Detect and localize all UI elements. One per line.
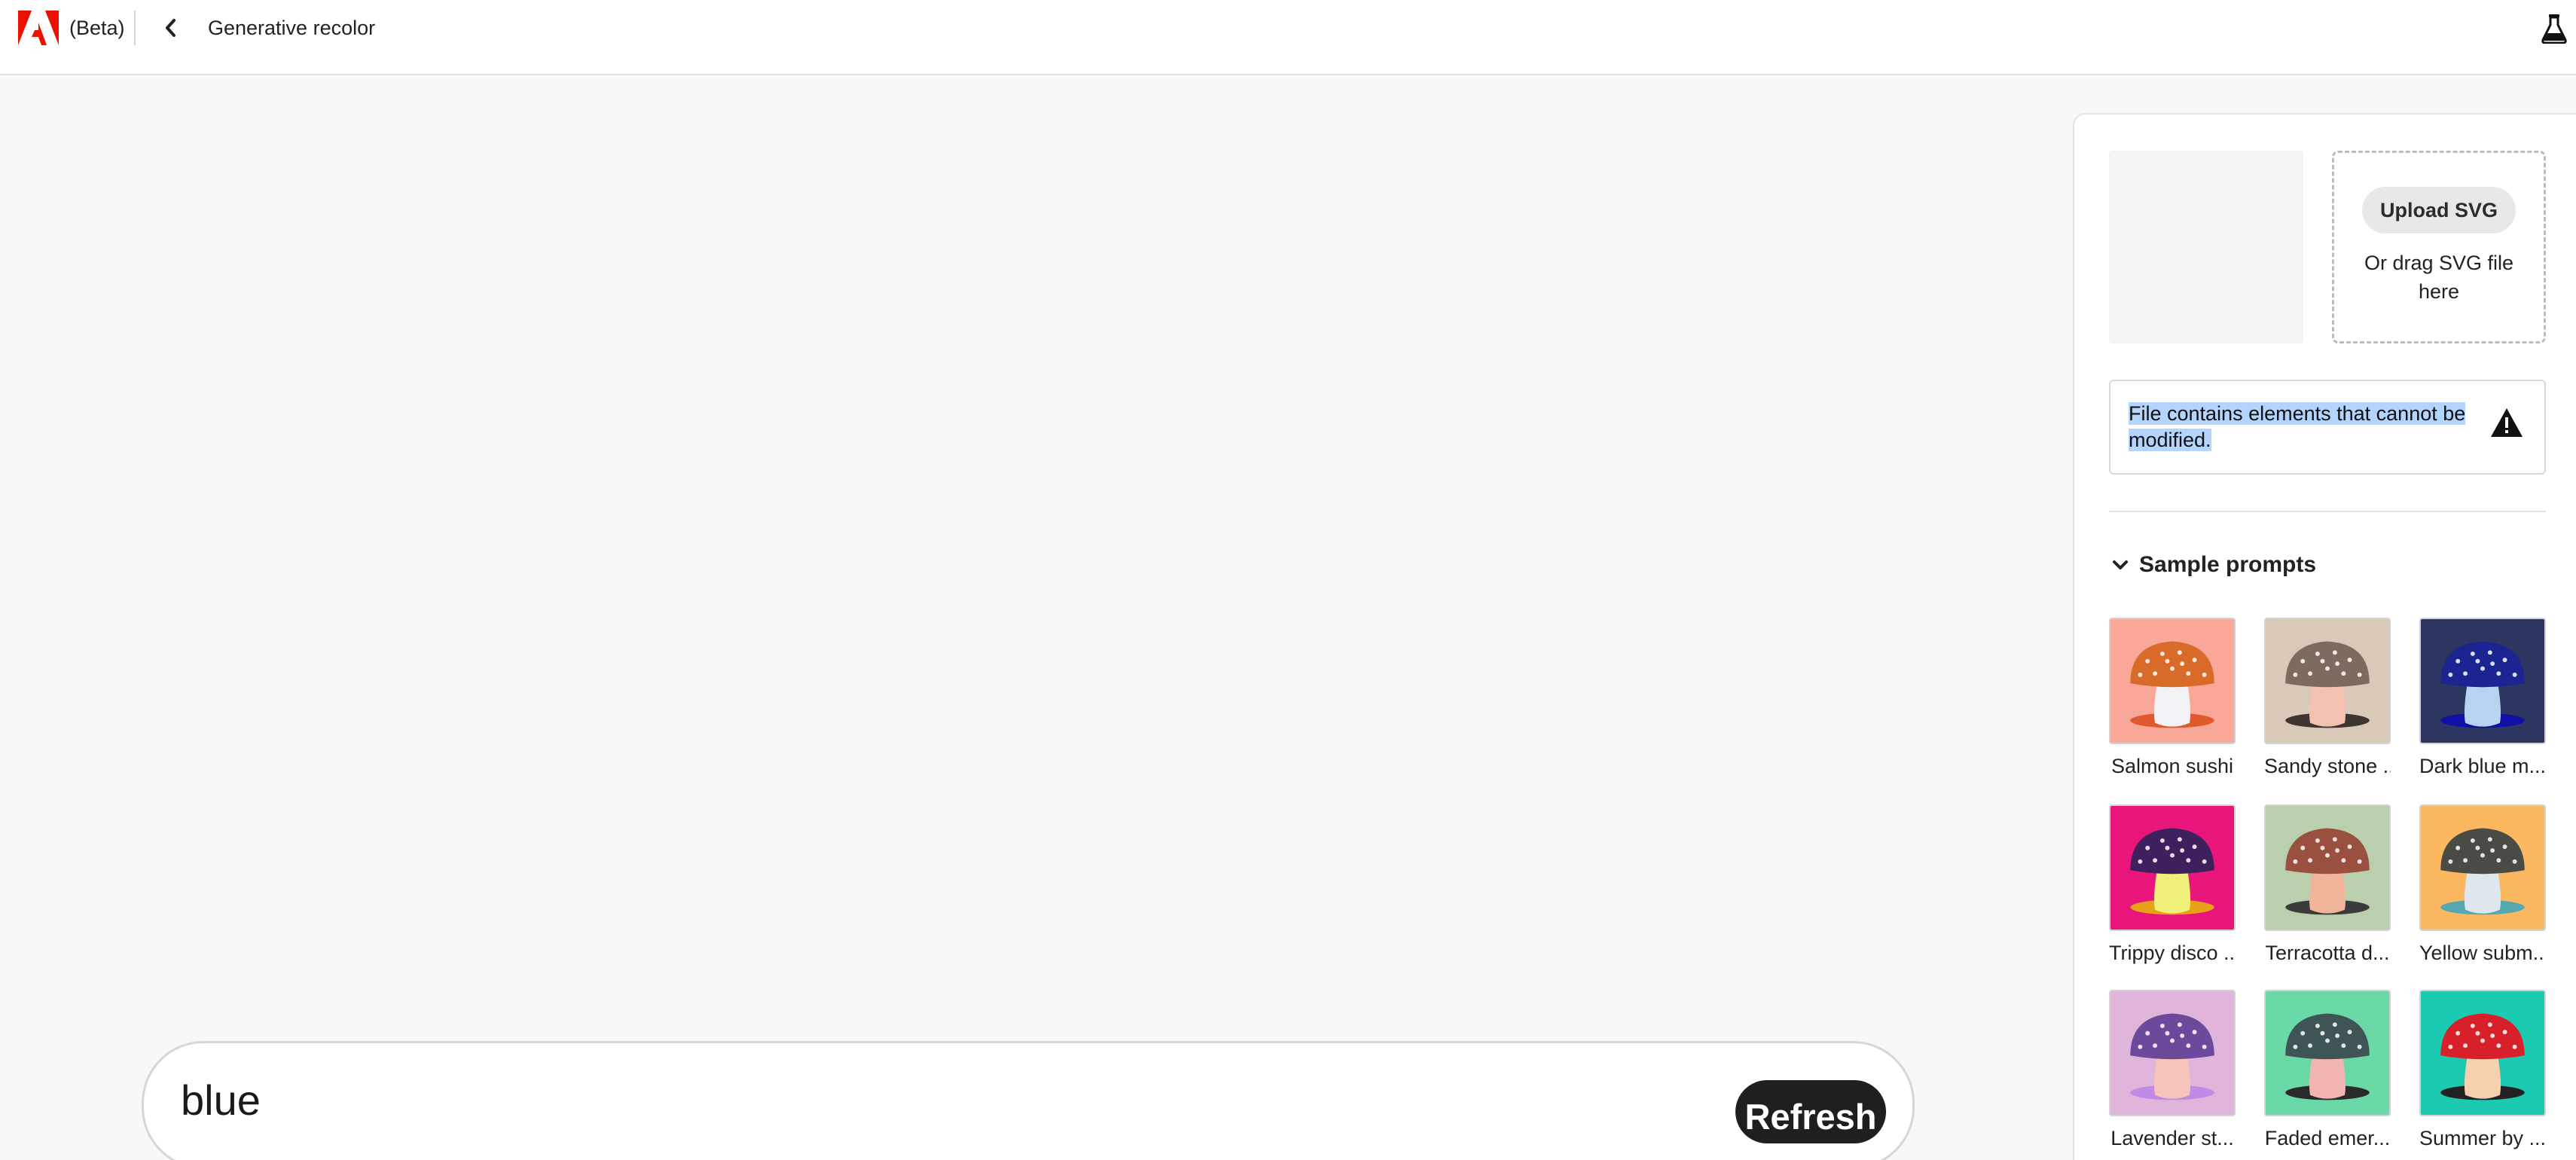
- sample-thumbnail[interactable]: [2264, 804, 2391, 931]
- panel-divider: [2109, 511, 2546, 512]
- mushroom-illustration: [2130, 641, 2214, 728]
- sample-tile[interactable]: Yellow subm...: [2419, 804, 2546, 965]
- sample-label: Summer by ...: [2419, 1127, 2546, 1149]
- sample-tile[interactable]: Summer by ...: [2419, 990, 2546, 1150]
- sample-thumbnail[interactable]: [2109, 804, 2236, 931]
- svg-dropzone[interactable]: [2332, 151, 2546, 343]
- section-title: Sample prompts: [2139, 552, 2317, 577]
- sample-tile[interactable]: Terracotta d...: [2264, 804, 2391, 965]
- sample-tile[interactable]: Dark blue m...: [2419, 618, 2546, 778]
- sample-label: Sandy stone ...: [2264, 755, 2391, 777]
- mushroom-illustration: [2285, 1013, 2370, 1100]
- mushroom-illustration: [2130, 1013, 2214, 1100]
- mushroom-illustration: [2440, 641, 2525, 728]
- mushroom-illustration: [2440, 828, 2525, 915]
- sample-tile[interactable]: Salmon sushi: [2109, 618, 2236, 778]
- drag-hint: Or drag SVG file here: [2364, 252, 2514, 303]
- prompt-input[interactable]: blue: [181, 1076, 261, 1125]
- chevron-down-icon: [2109, 554, 2132, 576]
- sample-tile[interactable]: Faded emer...: [2264, 990, 2391, 1150]
- mushroom-illustration: [2130, 828, 2214, 915]
- refresh-button[interactable]: Refresh: [1735, 1080, 1886, 1143]
- sample-label: Faded emer...: [2264, 1127, 2391, 1149]
- sample-thumbnail[interactable]: [2419, 804, 2546, 931]
- sample-tile[interactable]: Sandy stone ...: [2264, 618, 2391, 778]
- sample-label: Trippy disco ...: [2109, 942, 2236, 964]
- sample-label: Dark blue m...: [2419, 755, 2546, 777]
- sample-tile[interactable]: Trippy disco ...: [2109, 804, 2236, 965]
- sample-thumbnail[interactable]: [2264, 618, 2391, 744]
- svg-preview-thumbnail: [2109, 151, 2303, 343]
- sample-label: Yellow subm...: [2419, 942, 2546, 964]
- page-title: Generative recolor: [208, 17, 376, 39]
- mushroom-illustration: [2440, 1013, 2525, 1100]
- sample-label: Salmon sushi: [2111, 755, 2234, 777]
- sample-thumbnail[interactable]: [2419, 618, 2546, 744]
- prompt-bar[interactable]: [142, 1041, 1915, 1160]
- chevron-left-icon[interactable]: [160, 15, 182, 41]
- sample-label: Terracotta d...: [2265, 942, 2390, 964]
- alert-message-text: File contains elements that cannot be mo…: [2129, 402, 2466, 451]
- sample-thumbnail[interactable]: [2419, 990, 2546, 1116]
- upload-svg-button[interactable]: Upload SVG: [2362, 187, 2516, 234]
- alert-message: File contains elements that cannot be mo…: [2129, 401, 2475, 453]
- sample-prompts-header[interactable]: Sample prompts: [2109, 548, 2316, 582]
- warning-icon: [2491, 408, 2523, 437]
- sample-thumbnail[interactable]: [2109, 990, 2236, 1116]
- header-divider: [134, 11, 136, 45]
- adobe-logo-icon[interactable]: [18, 11, 59, 45]
- sample-tile[interactable]: Lavender st...: [2109, 990, 2236, 1150]
- mushroom-illustration: [2285, 641, 2370, 728]
- sample-thumbnail[interactable]: [2109, 618, 2236, 744]
- sample-thumbnail[interactable]: [2264, 990, 2391, 1116]
- top-bar: (Beta) Generative recolor: [0, 0, 2576, 75]
- mushroom-illustration: [2285, 828, 2370, 915]
- flask-icon[interactable]: [2541, 14, 2567, 44]
- beta-label: (Beta): [69, 17, 125, 39]
- sample-label: Lavender st...: [2111, 1127, 2234, 1149]
